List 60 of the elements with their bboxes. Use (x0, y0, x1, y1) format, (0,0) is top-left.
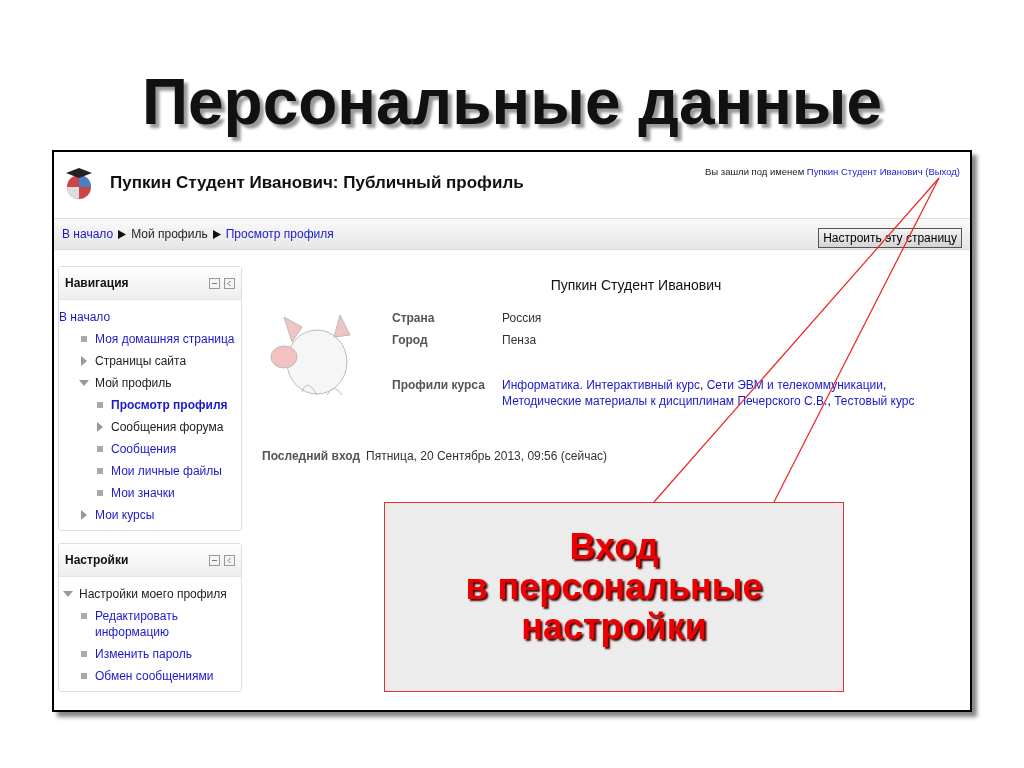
expanded-arrow-icon[interactable] (63, 589, 73, 599)
breadcrumb-arrow-icon (212, 229, 221, 239)
collapsed-arrow-icon[interactable] (95, 422, 105, 432)
bullet-icon (81, 673, 87, 679)
dock-icon[interactable] (224, 554, 235, 566)
tree-item[interactable]: Редактировать информацию (95, 608, 237, 640)
login-info: Вы зашли под именем Пупкин Студент Иванович (Выход) (705, 166, 960, 177)
breadcrumb[interactable]: Просмотр профиля (225, 227, 334, 241)
tree-item[interactable]: Страницы сайта (95, 353, 187, 369)
logout-link[interactable]: (Выход) (925, 166, 960, 177)
field-label: Город (392, 333, 429, 347)
course-link[interactable]: Тестовый курс (834, 394, 915, 408)
field-label: Страна (392, 311, 436, 325)
collapse-icon[interactable] (209, 277, 220, 289)
slide-title: Персональные данные (141, 65, 883, 140)
field-value: Россия (502, 311, 543, 325)
tree-item[interactable]: Просмотр профиля (111, 397, 228, 413)
collapsed-arrow-icon[interactable] (79, 356, 89, 366)
field-label: Профили курса (392, 377, 486, 394)
globe-cap-icon (64, 166, 94, 200)
comma: , (827, 394, 831, 408)
tree-item[interactable]: Моя домашняя страница (95, 331, 235, 347)
expanded-arrow-icon[interactable] (79, 378, 89, 388)
tree-item[interactable]: Мои курсы (95, 507, 155, 523)
callout-text: Вход (569, 527, 659, 567)
bullet-icon (97, 402, 103, 408)
field-value: Пенза (502, 333, 538, 347)
bullet-icon (81, 613, 87, 619)
page-title: Пупкин Студент Иванович: Публичный профиль (110, 173, 524, 193)
tree-item[interactable]: В начало (59, 309, 111, 325)
breadcrumb[interactable]: В начало (62, 227, 114, 241)
field-value: Пятница, 20 Сентябрь 2013, 09:56 (сейчас) (366, 449, 608, 463)
dock-icon[interactable] (224, 277, 235, 289)
bullet-icon (97, 468, 103, 474)
callout-text: в персональные (465, 567, 763, 607)
tree-item[interactable]: Мои личные файлы (111, 463, 222, 479)
tree-item[interactable]: Обмен сообщениями (95, 668, 214, 684)
bullet-icon (97, 490, 103, 496)
comma: , (882, 378, 887, 392)
tree-item[interactable]: Сообщения форума (111, 419, 224, 435)
tree-item[interactable]: Сообщения (111, 441, 177, 457)
tree-item[interactable]: Мои значки (111, 485, 175, 501)
bullet-icon (81, 336, 87, 342)
collapsed-arrow-icon[interactable] (79, 510, 89, 520)
user-link[interactable]: Пупкин Студент Иванович (806, 166, 923, 177)
breadcrumb-arrow-icon (118, 229, 127, 239)
course-link[interactable]: Информатика. Интерактивный курс (502, 378, 700, 392)
bullet-icon (97, 446, 103, 452)
breadcrumb: Мой профиль (131, 227, 208, 241)
callout-text: настройки (521, 607, 707, 647)
comma: , (700, 378, 704, 392)
tree-item[interactable]: Настройки моего профиля (79, 586, 227, 602)
bullet-icon (81, 651, 87, 657)
collapse-icon[interactable] (209, 554, 220, 566)
profile-name: Пупкин Студент Иванович (550, 277, 722, 293)
field-label: Последний вход (262, 449, 361, 463)
tree-item[interactable]: Мой профиль (95, 375, 172, 391)
tree-item[interactable]: Изменить пароль (95, 646, 192, 662)
block-title: Настройки (65, 553, 129, 567)
block-title: Навигация (65, 276, 129, 290)
